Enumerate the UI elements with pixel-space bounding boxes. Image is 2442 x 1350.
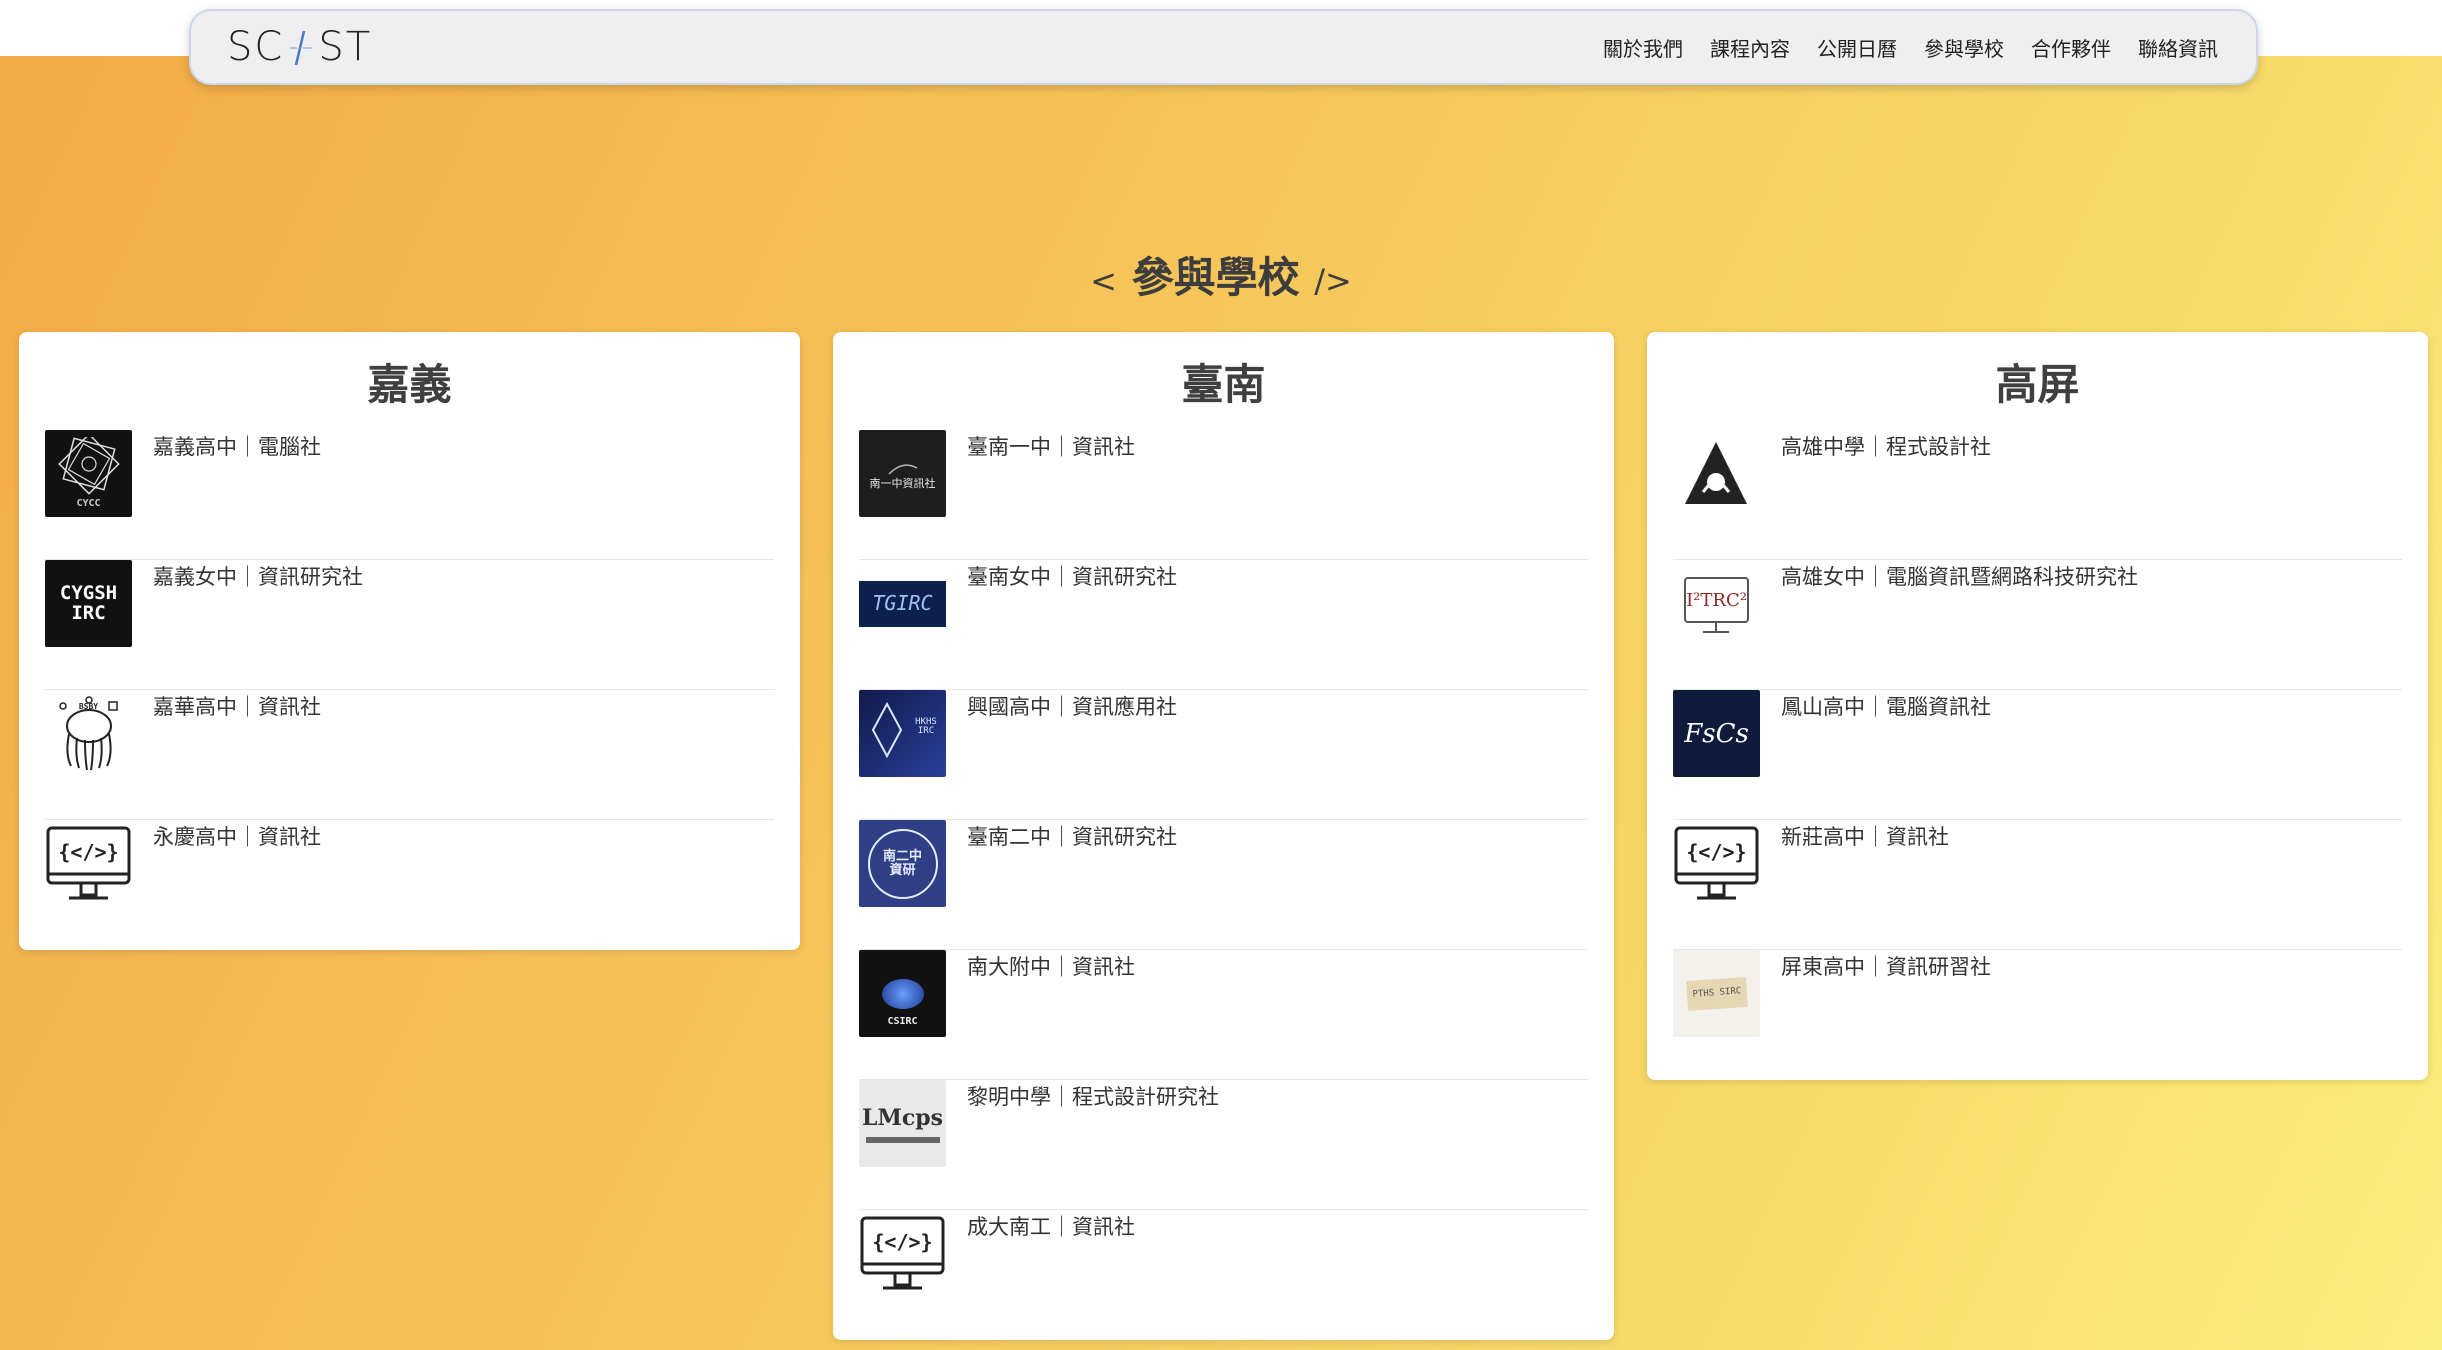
region-card-tainan: 臺南 南一中資訊社 臺南一中｜資訊社 TGIRC 臺南女中｜資訊研究社 HKHS… (833, 332, 1614, 1340)
school-logo-text: {</>} (58, 840, 119, 864)
school-name: 臺南女中｜資訊研究社 (967, 565, 1177, 589)
school-item[interactable]: LMcps 黎明中學｜程式設計研究社 (859, 1080, 1588, 1210)
school-logo-icon: 南一中資訊社 (859, 430, 946, 517)
school-logo-icon: I²TRC² (1673, 560, 1760, 647)
school-name: 鳳山高中｜電腦資訊社 (1781, 695, 1991, 719)
nav-link-about[interactable]: 關於我們 (1603, 33, 1683, 62)
school-logo-text: 南一中資訊社 (869, 476, 936, 490)
title-open-bracket: < (1090, 262, 1117, 300)
school-logo-text: PTHS SIRC (1691, 986, 1742, 1000)
school-name: 臺南二中｜資訊研究社 (967, 825, 1177, 849)
school-item[interactable]: 南一中資訊社 臺南一中｜資訊社 (859, 430, 1588, 560)
school-item[interactable]: {</>} 新莊高中｜資訊社 (1673, 820, 2402, 950)
school-name: 高雄中學｜程式設計社 (1781, 435, 1991, 459)
monitor-code-icon: {</>} (1673, 820, 1760, 907)
school-name: 新莊高中｜資訊社 (1781, 825, 1949, 849)
region-title: 嘉義 (367, 360, 452, 409)
site-logo[interactable]: SC ST (227, 24, 372, 70)
school-logo-icon: LMcps (859, 1080, 946, 1167)
school-logo-icon: 南二中 資研 (859, 820, 946, 907)
school-logo-text: BSBY (78, 702, 99, 712)
school-item[interactable]: 高雄中學｜程式設計社 (1673, 430, 2402, 560)
school-item[interactable]: CYGSH IRC 嘉義女中｜資訊研究社 (45, 560, 774, 690)
school-logo-icon: TGIRC (859, 560, 946, 647)
school-logo-text: TGIRC (872, 591, 933, 615)
school-name: 嘉華高中｜資訊社 (153, 695, 321, 719)
title-close-bracket: /> (1314, 262, 1352, 300)
school-logo-text: FsCs (1684, 718, 1749, 749)
nav-link-schools[interactable]: 參與學校 (1924, 33, 2004, 62)
logo-text-right: ST (318, 24, 373, 70)
school-logo-icon: FsCs (1673, 690, 1760, 777)
school-logo-text: LMcps (862, 1104, 943, 1131)
school-logo-text: CYCC (76, 498, 101, 510)
school-name: 永慶高中｜資訊社 (153, 825, 321, 849)
school-logo-text: CSIRC (887, 1016, 918, 1028)
title-text: 參與學校 (1131, 253, 1300, 302)
school-item[interactable]: PTHS SIRC 屏東高中｜資訊研習社 (1673, 950, 2402, 1080)
region-title: 臺南 (1181, 360, 1266, 409)
school-item[interactable]: BSBY 嘉華高中｜資訊社 (45, 690, 774, 820)
school-item[interactable]: HKHS IRC 興國高中｜資訊應用社 (859, 690, 1588, 820)
section-title: < 參與學校 /> (0, 244, 2442, 305)
school-item[interactable]: TGIRC 臺南女中｜資訊研究社 (859, 560, 1588, 690)
region-card-chiayi: 嘉義 CYCC 嘉義高中｜電腦社 CYGSH IRC 嘉義女中｜資訊研究社 BS… (19, 332, 800, 950)
logo-text-left: SC (227, 24, 285, 70)
nav-link-contact[interactable]: 聯絡資訊 (2138, 33, 2218, 62)
school-item[interactable]: CSIRC 南大附中｜資訊社 (859, 950, 1588, 1080)
triangle-pen-icon (1673, 430, 1760, 517)
school-logo-icon: CSIRC (859, 950, 946, 1037)
school-name: 南大附中｜資訊社 (967, 955, 1135, 979)
school-logo-text: {</>} (1686, 840, 1747, 864)
logo-slash-icon (284, 27, 318, 67)
school-name: 高雄女中｜電腦資訊暨網路科技研究社 (1781, 565, 2138, 589)
school-logo-icon: HKHS IRC (859, 690, 946, 777)
school-logo-text: 南二中 資研 (882, 848, 922, 878)
school-name: 嘉義高中｜電腦社 (153, 435, 321, 459)
school-name: 興國高中｜資訊應用社 (967, 695, 1177, 719)
school-name: 黎明中學｜程式設計研究社 (967, 1085, 1219, 1109)
nav-link-courses[interactable]: 課程內容 (1710, 33, 1790, 62)
school-logo-text: HKHS IRC (915, 717, 937, 737)
school-name: 嘉義女中｜資訊研究社 (153, 565, 363, 589)
top-navbar: SC ST 關於我們 課程內容 公開日曆 參與學校 合作夥伴 聯絡資訊 (189, 9, 2258, 85)
region-card-kaoping: 高屏 高雄中學｜程式設計社 I²TRC² 高雄女中｜電腦資訊暨網路科技研究社 F… (1647, 332, 2428, 1080)
school-logo-text: {</>} (872, 1230, 933, 1254)
school-item[interactable]: CYCC 嘉義高中｜電腦社 (45, 430, 774, 560)
school-name: 屏東高中｜資訊研習社 (1781, 955, 1991, 979)
school-name: 臺南一中｜資訊社 (967, 435, 1135, 459)
school-item[interactable]: {</>} 永慶高中｜資訊社 (45, 820, 774, 950)
school-item[interactable]: {</>} 成大南工｜資訊社 (859, 1210, 1588, 1340)
school-item[interactable]: FsCs 鳳山高中｜電腦資訊社 (1673, 690, 2402, 820)
school-logo-icon: CYCC (45, 430, 132, 517)
school-logo-icon: CYGSH IRC (45, 560, 132, 647)
monitor-code-icon: {</>} (859, 1210, 946, 1297)
school-item[interactable]: 南二中 資研 臺南二中｜資訊研究社 (859, 820, 1588, 950)
school-logo-icon: PTHS SIRC (1673, 950, 1760, 1037)
monitor-code-icon: {</>} (45, 820, 132, 907)
school-logo-text: I²TRC² (1686, 590, 1747, 611)
nav-links: 關於我們 課程內容 公開日曆 參與學校 合作夥伴 聯絡資訊 (1603, 33, 2218, 62)
nav-link-partners[interactable]: 合作夥伴 (2031, 33, 2111, 62)
school-logo-text: CYGSH IRC (59, 581, 118, 624)
school-item[interactable]: I²TRC² 高雄女中｜電腦資訊暨網路科技研究社 (1673, 560, 2402, 690)
region-title: 高屏 (1995, 360, 2080, 409)
school-logo-icon: BSBY (45, 690, 132, 777)
school-name: 成大南工｜資訊社 (967, 1215, 1135, 1239)
nav-link-calendar[interactable]: 公開日曆 (1817, 33, 1897, 62)
